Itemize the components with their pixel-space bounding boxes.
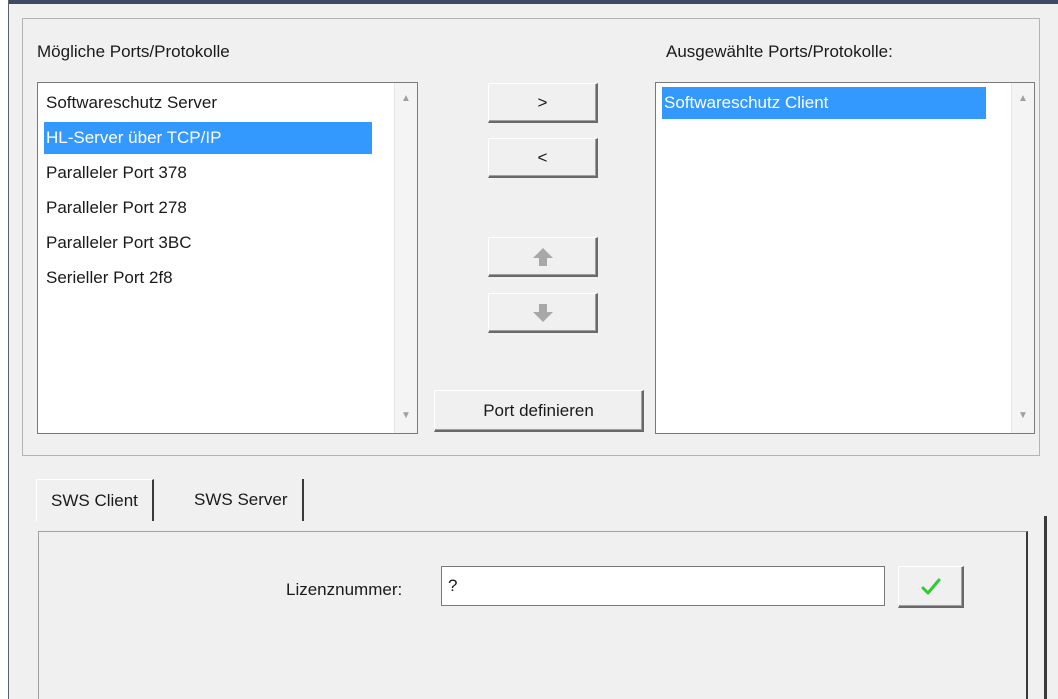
tab-sws-server[interactable]: SWS Server	[180, 479, 304, 521]
sws-client-tab-panel	[38, 531, 1028, 699]
list-item[interactable]: Paralleler Port 278	[44, 192, 193, 224]
checkmark-icon	[921, 578, 940, 594]
confirm-license-button[interactable]	[898, 566, 964, 608]
selected-ports-list[interactable]: Softwareschutz Client ▲ ▼	[655, 82, 1035, 434]
define-port-button[interactable]: Port definieren	[434, 390, 644, 432]
list-item-selected[interactable]: HL-Server über TCP/IP	[44, 122, 372, 154]
move-up-button[interactable]	[488, 237, 598, 277]
window-top-border	[0, 0, 1058, 4]
available-ports-list[interactable]: Softwareschutz Server HL-Server über TCP…	[37, 82, 418, 434]
move-down-button[interactable]	[488, 293, 598, 333]
remove-port-button[interactable]: <	[488, 138, 598, 178]
arrow-up-icon	[532, 247, 553, 266]
list-item[interactable]: Softwareschutz Server	[44, 87, 223, 119]
available-list-scrollbar[interactable]: ▲ ▼	[394, 83, 417, 433]
arrow-down-icon	[532, 303, 553, 322]
license-number-label: Lizenznummer:	[286, 580, 403, 599]
panel-edge	[1044, 516, 1047, 699]
add-port-button[interactable]: >	[488, 83, 598, 123]
selected-list-scrollbar[interactable]: ▲ ▼	[1011, 83, 1034, 433]
tab-sws-client[interactable]: SWS Client	[36, 479, 154, 521]
scroll-down-icon[interactable]: ▼	[1012, 410, 1034, 421]
scroll-down-icon[interactable]: ▼	[395, 410, 417, 421]
list-item-selected[interactable]: Softwareschutz Client	[662, 87, 986, 119]
available-ports-label: Mögliche Ports/Protokolle	[37, 42, 230, 61]
list-item[interactable]: Paralleler Port 3BC	[44, 227, 198, 259]
list-item[interactable]: Paralleler Port 378	[44, 157, 193, 189]
list-item[interactable]: Serieller Port 2f8	[44, 262, 179, 294]
window-left-border	[0, 0, 9, 699]
scroll-up-icon[interactable]: ▲	[1012, 93, 1034, 104]
scroll-up-icon[interactable]: ▲	[395, 93, 417, 104]
selected-ports-label: Ausgewählte Ports/Protokolle:	[666, 42, 893, 61]
license-number-input[interactable]: ?	[441, 566, 885, 606]
